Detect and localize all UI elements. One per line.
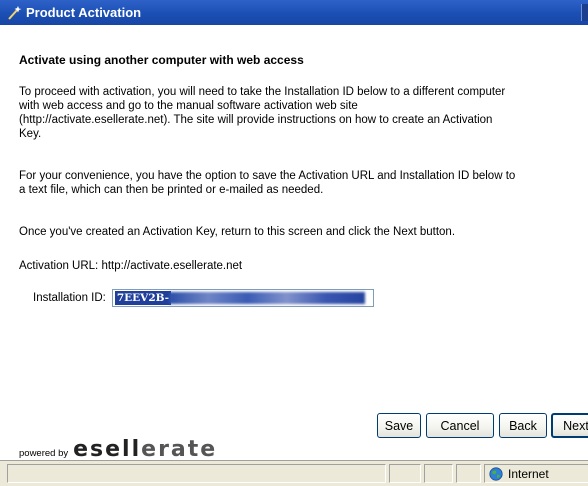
- status-pane: [389, 464, 421, 483]
- save-option-line: a text file, which can then be printed o…: [19, 184, 324, 196]
- next-button[interactable]: Next: [551, 413, 588, 438]
- globe-icon: [489, 466, 503, 481]
- page-heading: Activate using another computer with web…: [19, 53, 304, 67]
- status-bar: Internet: [0, 460, 588, 486]
- wand-icon: [6, 5, 22, 21]
- activation-panel: Activate using another computer with web…: [0, 25, 588, 462]
- installation-id-row: Installation ID: 7EEV2B-: [33, 287, 374, 309]
- window-title: Product Activation: [26, 5, 142, 20]
- instructions-paragraph: To proceed with activation, you will nee…: [19, 85, 588, 141]
- status-pane: [456, 464, 481, 483]
- redacted-id-blur: [168, 292, 365, 304]
- activation-url-value: http://activate.esellerate.net: [101, 260, 243, 272]
- instructions-line: Key.: [19, 128, 42, 140]
- brand-tail: erate: [141, 437, 218, 462]
- installation-id-value: 7EEV2B-: [114, 291, 172, 305]
- powered-by-logo: powered by esellerate: [19, 437, 217, 462]
- installation-id-field[interactable]: 7EEV2B-: [111, 289, 374, 307]
- status-pane: [424, 464, 453, 483]
- return-instructions: Once you've created an Activation Key, r…: [19, 226, 456, 238]
- save-option-line: For your convenience, you have the optio…: [19, 170, 516, 182]
- brand-main: esell: [73, 437, 142, 462]
- cancel-button[interactable]: Cancel: [426, 413, 494, 438]
- title-bar: Product Activation: [0, 0, 588, 25]
- instructions-line: with web access and go to the manual sof…: [19, 100, 358, 112]
- zone-label: Internet: [508, 466, 549, 481]
- save-option-paragraph: For your convenience, you have the optio…: [19, 169, 588, 197]
- save-button[interactable]: Save: [377, 413, 421, 438]
- security-zone: Internet: [484, 464, 588, 483]
- instructions-line: (http://activate.esellerate.net). The si…: [19, 114, 493, 126]
- esellerate-logo: esellerate: [73, 437, 217, 462]
- instructions-line: To proceed with activation, you will nee…: [19, 86, 506, 98]
- powered-by-label: powered by: [19, 448, 69, 459]
- status-pane-main: [7, 464, 386, 483]
- back-button[interactable]: Back: [499, 413, 547, 438]
- installation-id-label: Installation ID:: [33, 292, 106, 304]
- activation-url-label: Activation URL:: [19, 260, 99, 272]
- activation-url-line: Activation URL: http://activate.esellera…: [19, 260, 242, 272]
- close-button-edge[interactable]: [581, 4, 588, 21]
